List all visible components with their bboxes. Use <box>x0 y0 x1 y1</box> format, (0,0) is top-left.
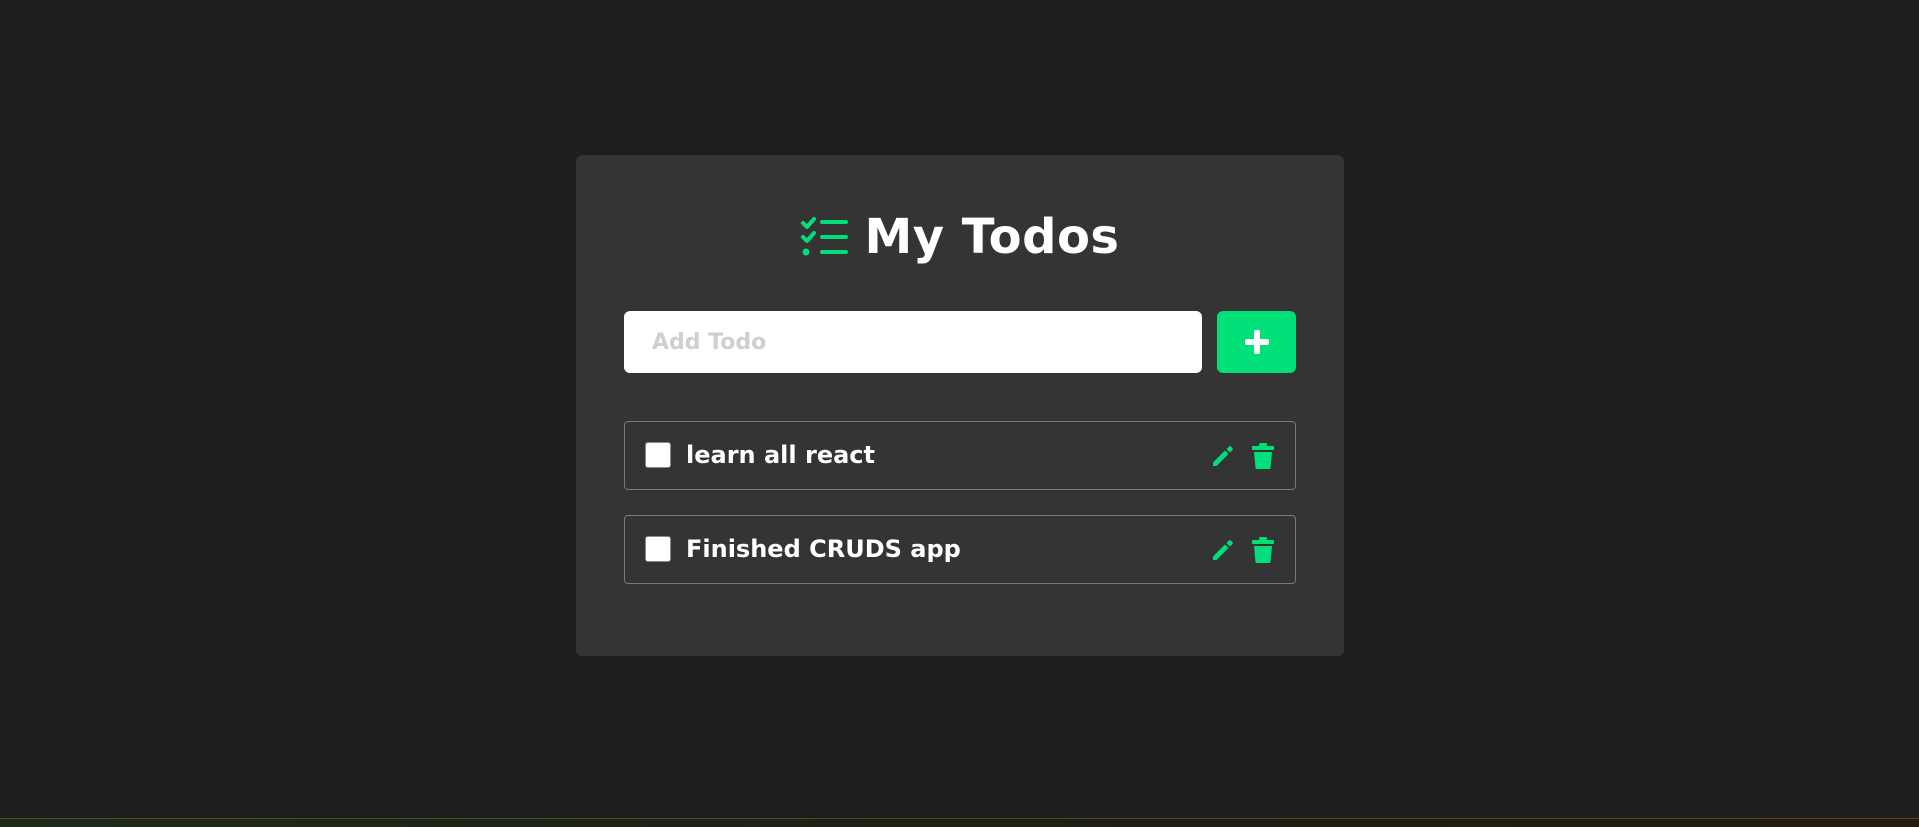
todo-item: Finished CRUDS app <box>624 515 1296 584</box>
todo-text: Finished CRUDS app <box>686 535 961 563</box>
todo-item: learn all react <box>624 421 1296 490</box>
pencil-icon[interactable] <box>1209 536 1237 564</box>
page: My Todos learn all react <box>0 0 1919 827</box>
title-row: My Todos <box>576 205 1344 269</box>
trash-icon[interactable] <box>1249 442 1277 470</box>
page-title: My Todos <box>864 209 1120 265</box>
todo-card: My Todos learn all react <box>576 155 1344 656</box>
todo-actions <box>1209 516 1277 583</box>
todo-checkbox[interactable] <box>645 442 671 468</box>
checklist-icon <box>800 216 850 258</box>
todo-text: learn all react <box>686 441 875 469</box>
todo-list: learn all react Finished CRUDS app <box>624 421 1296 609</box>
add-todo-input[interactable] <box>624 311 1202 373</box>
todo-actions <box>1209 422 1277 489</box>
trash-icon[interactable] <box>1249 536 1277 564</box>
taskbar-edge <box>0 818 1919 827</box>
pencil-icon[interactable] <box>1209 442 1237 470</box>
todo-checkbox[interactable] <box>645 536 671 562</box>
add-todo-form <box>624 311 1296 373</box>
add-todo-button[interactable] <box>1217 311 1296 373</box>
plus-icon <box>1243 328 1271 356</box>
